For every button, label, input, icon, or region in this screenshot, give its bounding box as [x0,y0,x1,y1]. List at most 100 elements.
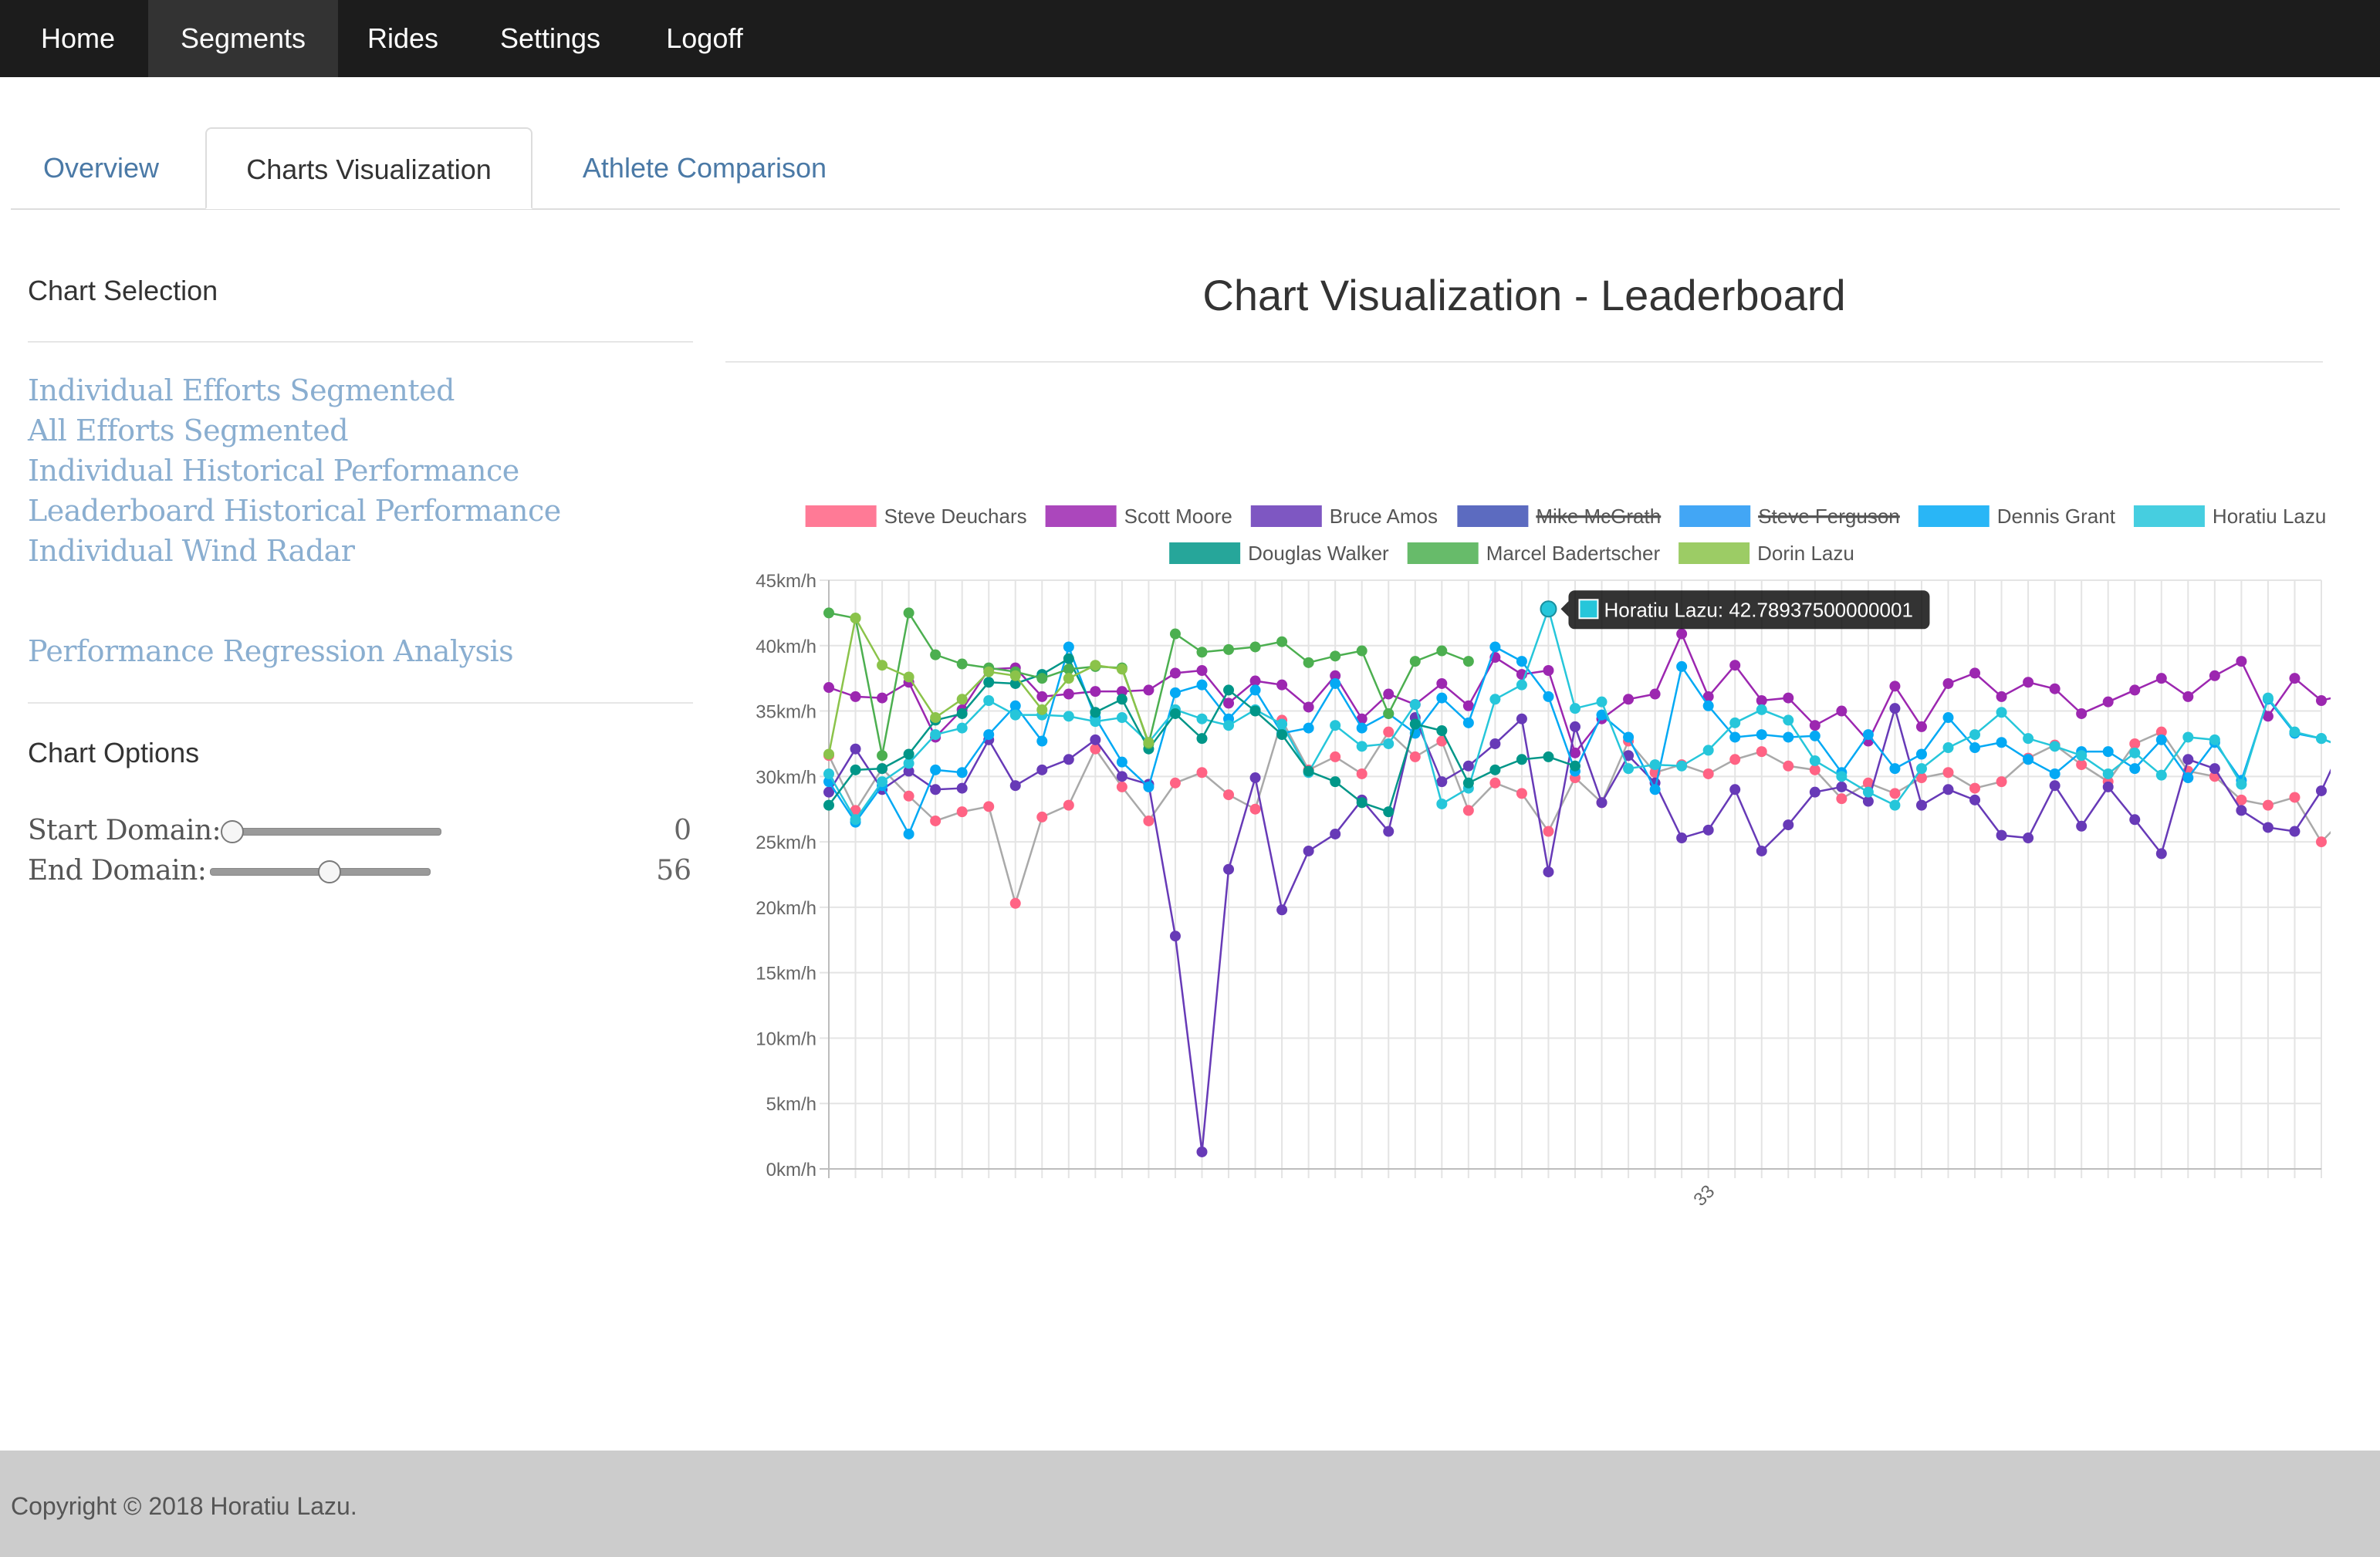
data-point[interactable] [2102,746,2114,758]
data-point[interactable] [1356,645,1367,657]
legend-swatch[interactable] [1407,542,1479,564]
data-point[interactable] [1783,692,1794,704]
data-point[interactable] [1942,677,1954,689]
data-point[interactable] [1516,656,1527,667]
data-point[interactable] [1249,705,1261,717]
legend-label[interactable]: Scott Moore [1124,505,1232,528]
data-point[interactable] [1116,756,1127,768]
data-point[interactable] [2182,754,2194,765]
link-leaderboard-historical-performance[interactable]: Leaderboard Historical Performance [28,494,561,528]
data-point[interactable] [1623,731,1635,743]
data-point[interactable] [1676,833,1688,844]
tab-charts-visualization[interactable]: Charts Visualization [205,127,532,209]
data-point[interactable] [1223,789,1235,801]
data-point[interactable] [1915,763,1927,775]
nav-settings[interactable]: Settings [485,0,616,77]
data-point[interactable] [1783,760,1794,772]
data-point[interactable] [1090,660,1101,671]
data-point[interactable] [1009,709,1021,721]
data-point[interactable] [1996,776,2007,788]
data-point[interactable] [1462,760,1474,772]
data-point[interactable] [1276,904,1288,916]
data-point[interactable] [1356,768,1367,779]
data-point[interactable] [1836,705,1848,717]
data-point[interactable] [2209,670,2220,681]
data-point[interactable] [983,729,995,741]
data-point[interactable] [1303,701,1314,713]
data-point[interactable] [823,799,834,811]
data-point[interactable] [1249,684,1261,696]
data-point[interactable] [1169,687,1181,698]
data-point[interactable] [850,691,861,702]
data-point[interactable] [1223,684,1235,696]
data-point[interactable] [1383,826,1395,837]
leaderboard-line-chart[interactable]: Steve Deuchars Scott Moore Bruce Amos Mike … [725,478,2331,1234]
data-point[interactable] [2129,684,2141,696]
nav-logoff[interactable]: Logoff [650,0,759,77]
data-point[interactable] [1889,763,1901,775]
data-point[interactable] [1356,797,1367,809]
data-point[interactable] [1702,768,1714,779]
data-point[interactable] [903,828,914,839]
data-point[interactable] [1036,673,1048,684]
data-point[interactable] [1729,717,1741,728]
data-point[interactable] [1276,729,1288,741]
data-point[interactable] [1543,691,1554,702]
data-point[interactable] [1836,781,1848,792]
data-point[interactable] [1436,776,1448,788]
data-point[interactable] [1543,866,1554,878]
data-point[interactable] [903,671,914,683]
data-point[interactable] [2129,747,2141,758]
data-point[interactable] [1063,754,1074,765]
legend-swatch[interactable] [805,505,877,527]
legend-label[interactable]: Dorin Lazu [1757,542,1854,565]
data-point[interactable] [1436,645,1448,657]
data-point[interactable] [1702,700,1714,711]
data-point[interactable] [983,666,995,677]
data-point[interactable] [1143,684,1155,696]
data-point[interactable] [2076,820,2088,832]
data-point[interactable] [2076,750,2088,762]
data-point[interactable] [1383,806,1395,818]
data-point[interactable] [823,748,834,760]
data-point[interactable] [1356,722,1367,734]
data-point[interactable] [1090,686,1101,697]
data-point[interactable] [2102,768,2114,779]
data-point[interactable] [1196,664,1208,676]
data-point[interactable] [1489,764,1501,775]
data-point[interactable] [1729,784,1741,795]
data-point[interactable] [1543,664,1554,676]
data-point[interactable] [1249,803,1261,815]
data-point[interactable] [1330,828,1341,839]
data-point[interactable] [1036,764,1048,775]
data-point[interactable] [1436,724,1448,736]
start-domain-slider-thumb[interactable] [221,820,244,843]
data-point[interactable] [930,729,942,741]
data-point[interactable] [2129,814,2141,826]
data-point[interactable] [1143,781,1155,792]
data-point[interactable] [850,764,861,775]
data-point[interactable] [1383,708,1395,719]
tab-athlete-comparison[interactable]: Athlete Comparison [563,127,846,209]
data-point[interactable] [2129,763,2141,775]
legend-swatch[interactable] [1918,505,1990,527]
data-point[interactable] [1729,660,1741,671]
data-point[interactable] [1223,697,1235,709]
data-point[interactable] [2023,754,2034,765]
data-point[interactable] [2049,741,2061,752]
data-point[interactable] [930,784,942,795]
data-point[interactable] [1516,679,1527,691]
data-point[interactable] [1009,897,1021,909]
data-point[interactable] [2076,708,2088,719]
data-point[interactable] [1915,799,1927,811]
data-point[interactable] [1303,722,1314,734]
legend-swatch[interactable] [2133,505,2205,527]
data-point[interactable] [2102,781,2114,792]
legend-swatch[interactable] [1679,505,1751,527]
data-point[interactable] [850,613,861,624]
tab-overview[interactable]: Overview [28,127,174,209]
data-point[interactable] [1116,771,1127,782]
data-point[interactable] [1516,788,1527,799]
data-point[interactable] [1516,754,1527,765]
data-point[interactable] [983,801,995,812]
